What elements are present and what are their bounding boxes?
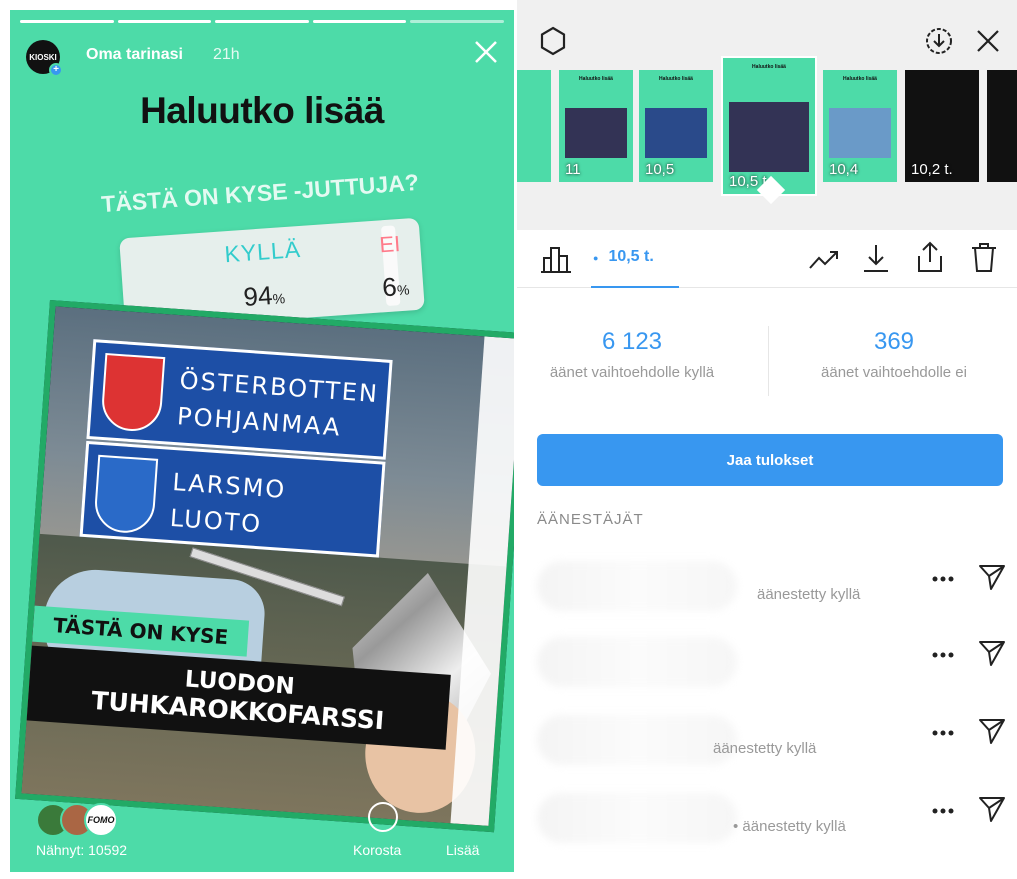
- more-options-icon[interactable]: [931, 728, 955, 738]
- voter-status: äänestetty kyllä: [757, 586, 861, 603]
- no-votes-label: äänet vaihtoehdolle ei: [821, 364, 967, 381]
- add-story-plus-icon[interactable]: +: [49, 63, 63, 77]
- coat-of-arms-icon: [93, 454, 159, 535]
- yes-votes-count: 6 123: [601, 328, 663, 355]
- trend-icon[interactable]: [807, 244, 841, 274]
- blurred-voter-name: [537, 637, 737, 687]
- trash-icon[interactable]: [969, 240, 999, 274]
- download-circle-icon[interactable]: [923, 25, 955, 57]
- story-viewer: KIOSKI + Oma tarinasi 21h Haluutko lisää…: [10, 10, 514, 872]
- story-question: TÄSTÄ ON KYSE -JUTTUJA?: [100, 168, 420, 218]
- shared-post-card[interactable]: ÖSTERBOTTEN POHJANMAA LARSMO LUOTO TÄSTÄ…: [15, 300, 514, 833]
- more-options-icon[interactable]: [931, 574, 955, 584]
- send-message-icon[interactable]: [977, 638, 1007, 668]
- settings-gear-icon[interactable]: [537, 25, 569, 57]
- story-title: Haluutko lisää: [140, 90, 384, 131]
- poll-no-percent: 6%: [381, 271, 410, 303]
- poll-no-label: EI: [378, 231, 402, 258]
- insights-tabs: ● 10,5 t.: [517, 230, 1017, 288]
- no-votes-stat: 369 äänet vaihtoehdolle ei: [779, 328, 1009, 384]
- voter-row[interactable]: [537, 632, 1007, 692]
- poll-results: 6 123 äänet vaihtoehdolle kyllä 369 ääne…: [517, 318, 1017, 408]
- screen: KIOSKI + Oma tarinasi 21h Haluutko lisää…: [0, 0, 1017, 879]
- download-icon[interactable]: [861, 242, 891, 274]
- story-thumbnail[interactable]: 10,2 t.: [905, 70, 979, 182]
- voter-row[interactable]: äänestetty kyllä: [537, 710, 1007, 770]
- highlight-heart-icon[interactable]: [368, 802, 398, 832]
- story-progress-bar: [20, 20, 504, 23]
- yes-votes-stat: 6 123 äänet vaihtoehdolle kyllä: [517, 328, 747, 384]
- share-icon[interactable]: [915, 240, 945, 274]
- story-time-ago: 21h: [213, 46, 240, 63]
- yes-votes-label: äänet vaihtoehdolle kyllä: [549, 364, 715, 381]
- coat-of-arms-icon: [100, 352, 166, 433]
- story-thumbnail[interactable]: Haluutko lisää 10,5: [639, 70, 713, 182]
- bar-chart-icon[interactable]: [539, 244, 573, 274]
- voter-status: • äänestetty kyllä: [733, 818, 846, 835]
- highlight-button[interactable]: Korosta: [353, 842, 401, 858]
- road-sign-osterbotten: ÖSTERBOTTEN POHJANMAA: [86, 339, 393, 460]
- blurred-voter-name: [537, 561, 737, 611]
- story-thumbnail[interactable]: ?: [517, 70, 551, 182]
- viewer-avatars[interactable]: FOMO: [36, 803, 118, 837]
- eye-icon: ●: [593, 253, 599, 263]
- more-options-icon[interactable]: [931, 806, 955, 816]
- send-message-icon[interactable]: [977, 794, 1007, 824]
- story-thumbnail[interactable]: Haluutko lisää 10,4: [823, 70, 897, 182]
- poll-yes-percent: 94%: [242, 280, 286, 313]
- close-icon[interactable]: [472, 38, 500, 66]
- more-options-icon[interactable]: [931, 650, 955, 660]
- stat-divider: [768, 326, 769, 396]
- voter-status: äänestetty kyllä: [713, 740, 817, 757]
- voters-heading: ÄÄNESTÄJÄT: [537, 511, 644, 528]
- voter-row[interactable]: äänestetty kyllä: [537, 556, 1007, 616]
- insights-panel: ? Haluutko lisää 11 Haluutko lisää 10,5 …: [517, 0, 1017, 879]
- blurred-voter-name: [537, 793, 737, 843]
- seen-by-count[interactable]: Nähnyt: 10592: [36, 842, 127, 858]
- tab-views[interactable]: ● 10,5 t.: [593, 248, 654, 266]
- no-votes-count: 369: [873, 328, 915, 355]
- poll-yes-label: KYLLÄ: [223, 235, 302, 268]
- voter-row[interactable]: • äänestetty kyllä: [537, 788, 1007, 848]
- more-button[interactable]: Lisää: [446, 842, 479, 858]
- insights-topbar: ? Haluutko lisää 11 Haluutko lisää 10,5 …: [517, 0, 1017, 230]
- story-username[interactable]: Oma tarinasi: [86, 46, 183, 64]
- story-thumbnail[interactable]: [987, 70, 1017, 182]
- tab-active-underline: [591, 286, 679, 288]
- avatar: FOMO: [84, 803, 118, 837]
- share-results-button[interactable]: Jaa tulokset: [537, 434, 1003, 486]
- send-message-icon[interactable]: [977, 562, 1007, 592]
- close-icon[interactable]: [973, 26, 1003, 56]
- story-thumbnail-active[interactable]: Haluutko lisää 10,5 t.: [721, 56, 817, 196]
- blurred-voter-name: [537, 715, 737, 765]
- account-avatar[interactable]: KIOSKI +: [26, 40, 63, 77]
- send-message-icon[interactable]: [977, 716, 1007, 746]
- story-thumbnail[interactable]: Haluutko lisää 11: [559, 70, 633, 182]
- account-avatar-text: KIOSKI: [29, 52, 57, 62]
